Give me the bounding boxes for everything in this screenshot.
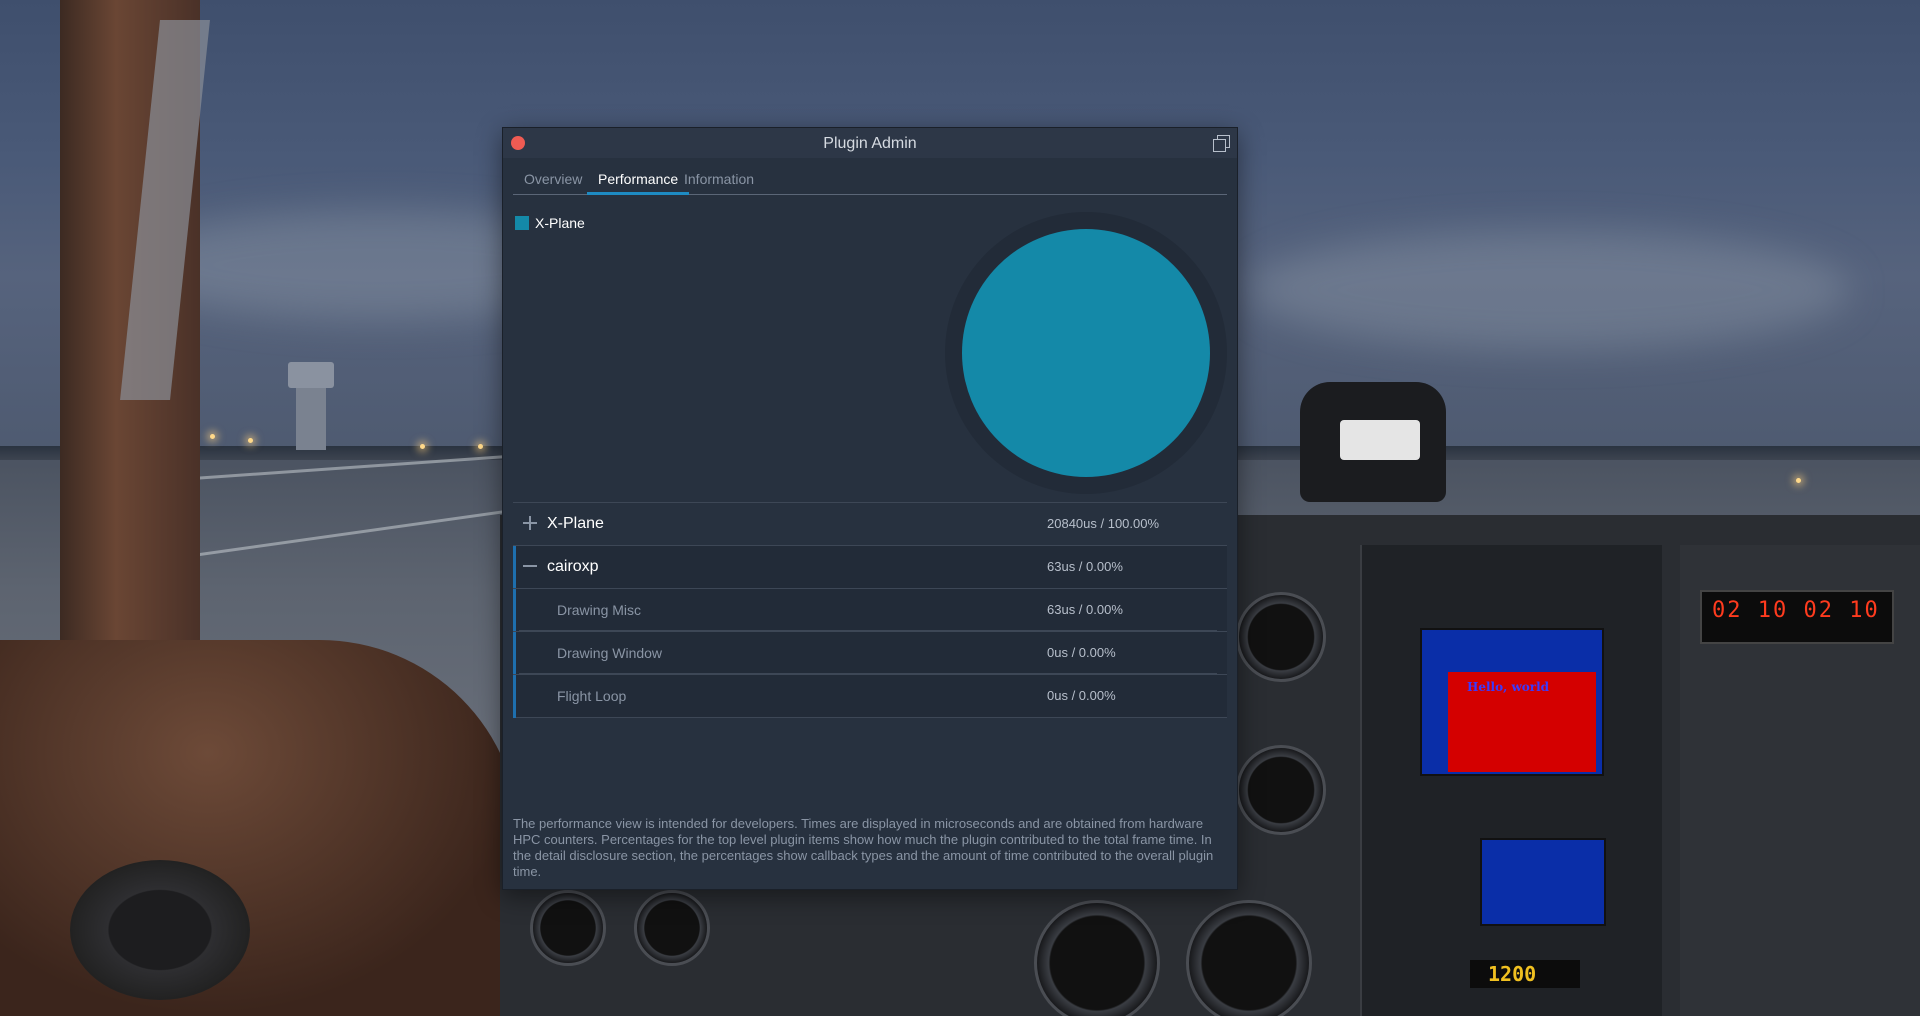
pie-slice-x-plane (962, 229, 1210, 477)
callback-row-drawing-misc: Drawing Misc 63us / 0.00% (513, 588, 1227, 632)
transponder-code: 1200 (1488, 962, 1537, 986)
callback-name: Drawing Window (557, 645, 663, 661)
runway-light (248, 438, 253, 443)
compass-card (1340, 420, 1420, 460)
popout-window-icon[interactable] (1213, 135, 1230, 152)
nav-screen (1480, 838, 1606, 926)
plugin-row-cairoxp[interactable]: cairoxp 63us / 0.00% (513, 545, 1227, 589)
expand-plus-icon[interactable] (523, 516, 537, 530)
tab-bar: Overview Performance Information (513, 166, 1227, 195)
pie-chart-svg (945, 212, 1227, 494)
close-button[interactable] (511, 136, 525, 150)
cloud (1250, 230, 1850, 350)
plugin-time-value: 20840us / 100.00% (1047, 516, 1160, 531)
vac-gauge (634, 890, 710, 966)
gauge (1236, 745, 1326, 835)
plugin-performance-list: X-Plane 20840us / 100.00% cairoxp 63us /… (513, 502, 1227, 718)
gauge (1236, 592, 1326, 682)
callback-name: Drawing Misc (557, 602, 642, 618)
selection-accent (513, 675, 516, 718)
yoke-knob (70, 860, 250, 1000)
plugin-time-value: 63us / 0.00% (1047, 559, 1123, 574)
callback-row-flight-loop: Flight Loop 0us / 0.00% (513, 674, 1227, 718)
callback-row-drawing-window: Drawing Window 0us / 0.00% (513, 631, 1227, 675)
legend-swatch-xplane (515, 216, 529, 230)
tab-overview[interactable]: Overview (513, 166, 593, 193)
callback-time-value: 63us / 0.00% (1047, 602, 1123, 617)
gps-plugin-text: Hello, world (1467, 680, 1550, 694)
callback-time-value: 0us / 0.00% (1047, 645, 1116, 660)
runway-light (478, 444, 483, 449)
performance-pie-chart (945, 212, 1227, 494)
window-title: Plugin Admin (823, 135, 917, 152)
control-tower-cab (288, 362, 334, 388)
runway-light (420, 444, 425, 449)
heading-gauge (1186, 900, 1312, 1016)
plugin-name: cairoxp (547, 558, 599, 575)
plugin-row-xplane[interactable]: X-Plane 20840us / 100.00% (513, 502, 1227, 545)
plugin-admin-window: Plugin Admin Overview Performance Inform… (502, 127, 1238, 890)
title-bar[interactable]: Plugin Admin (503, 128, 1237, 158)
tab-information[interactable]: Information (673, 166, 765, 193)
collapse-minus-icon[interactable] (523, 559, 537, 573)
performance-description: The performance view is intended for dev… (513, 816, 1214, 879)
legend-label-xplane: X-Plane (535, 215, 585, 231)
runway-light (210, 434, 215, 439)
chart-legend: X-Plane (515, 215, 585, 231)
runway-light (1796, 478, 1801, 483)
selection-accent (513, 589, 516, 632)
oil-gauge (530, 890, 606, 966)
callback-time-value: 0us / 0.00% (1047, 688, 1116, 703)
callback-name: Flight Loop (557, 688, 627, 704)
plugin-name: X-Plane (547, 515, 604, 532)
avionics-stack (1360, 545, 1662, 1016)
airspeed-gauge (1034, 900, 1160, 1016)
list-bottom-divider (513, 717, 1227, 718)
selection-accent (513, 632, 516, 675)
selection-accent (513, 546, 516, 589)
adf-radio-text: 02 10 02 10 (1712, 598, 1880, 623)
